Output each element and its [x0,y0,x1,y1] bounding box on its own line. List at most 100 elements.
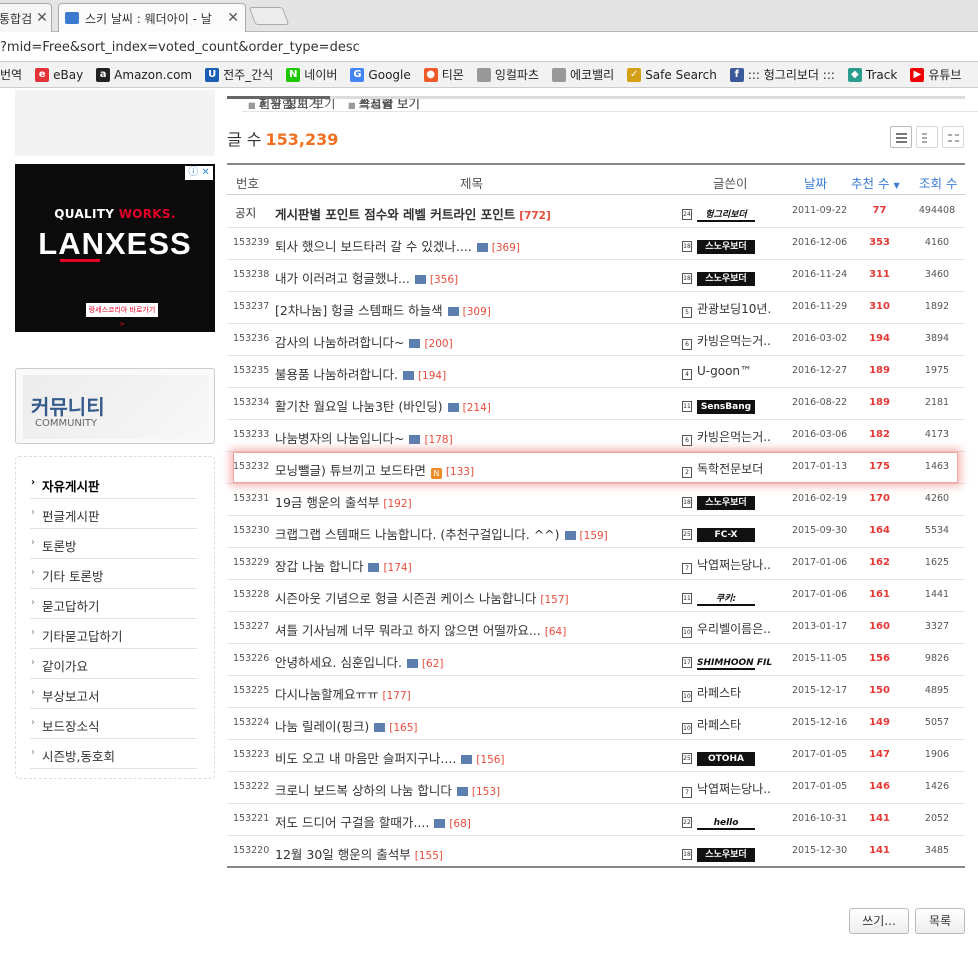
list-button[interactable]: 목록 [915,908,965,934]
comment-count[interactable]: [153] [472,786,500,798]
comment-count[interactable]: [68] [449,818,471,830]
comment-count[interactable]: [356] [430,274,458,286]
comment-count[interactable]: [200] [424,338,452,350]
post-author[interactable]: 18 스노우보더 [682,236,772,254]
post-author[interactable]: 22 hello [682,812,772,830]
comment-count[interactable]: [159] [580,530,608,542]
header-date[interactable]: 날짜 [804,173,827,192]
post-title-text[interactable]: 불용품 나눔하려합니다. [275,367,398,382]
bookmark-item[interactable]: f::: 헝그리보더 ::: [729,66,835,83]
post-title-text[interactable]: 장갑 나눔 합니다 [275,559,363,574]
post-title-text[interactable]: 감사의 나눔하려합니다~ [275,335,404,350]
table-row[interactable]: 153229 장갑 나눔 합니다 [174] 7 낙엽쩌는당나... 2017-01-06… [227,548,965,580]
post-title-text[interactable]: 저도 드디어 구걸을 할때가.... [275,815,429,830]
post-title-text[interactable]: 퇴사 했으니 보드타러 갈 수 있겠나.... [275,239,472,254]
comment-count[interactable]: [155] [415,850,443,862]
post-title-text[interactable]: 나눔 릴레이(핑크) [275,719,369,734]
post-title-text[interactable]: 셔틀 기사님께 너무 뭐라고 하지 않으면 어떨까요... [275,623,541,638]
menu-item[interactable]: › 보드장소식 [30,709,197,739]
comment-count[interactable]: [62] [422,658,444,670]
comment-count[interactable]: [64] [545,626,567,638]
comment-count[interactable]: [192] [383,498,411,510]
post-title[interactable]: 시즌아웃 기념으로 헝글 시즌권 케이스 나눔합니다 [157] [275,588,675,607]
comment-count[interactable]: [177] [383,690,411,702]
table-row[interactable]: 153237 [2차나눔] 헝글 스템패드 하늘색 [309] 5 관광보딩10년...… [227,292,965,324]
table-row[interactable]: 153226 안녕하세요. 심훈입니다. [62] 17 SHIMHOON FILM 20… [227,644,965,676]
browser-tab-active[interactable]: 스키 날씨 : 웨더아이 - 날 ✕ [58,3,246,32]
post-author[interactable]: 4 U-goon™ [682,364,772,380]
post-author[interactable]: 6 카빙은먹는거... [682,428,772,446]
post-title-text[interactable]: 19금 행운의 출석부 [275,495,379,510]
header-votes[interactable]: 추천 수 ▼ [851,173,900,192]
ad-info-icon[interactable]: ⓘ ✕ [185,166,213,180]
table-row[interactable]: 153239 퇴사 했으니 보드타러 갈 수 있겠나.... [369] 18 스노우보… [227,228,965,260]
post-author[interactable]: 11 SensBang [682,396,772,414]
comment-count[interactable]: [156] [476,754,504,766]
post-title[interactable]: 불용품 나눔하려합니다. [194] [275,364,675,383]
post-title[interactable]: 활기찬 월요일 나눔3탄 (바인딩) [214] [275,396,675,415]
table-row[interactable]: 153223 비도 오고 내 마음만 슬퍼지구나.... [156] 25 OTOHA 2… [227,740,965,772]
table-row[interactable]: 공지 게시판별 포인트 점수와 레벨 커트라인 포인트 [772] 24 헝그리보더 20… [227,196,965,228]
table-row[interactable]: 153235 불용품 나눔하려합니다. [194] 4 U-goon™ 2016-12-2… [227,356,965,388]
menu-item[interactable]: › 기타묻고답하기 [30,619,197,649]
post-title[interactable]: 나눔 릴레이(핑크) [165] [275,716,675,735]
post-title[interactable]: [2차나눔] 헝글 스템패드 하늘색 [309] [275,300,675,319]
table-row[interactable]: 153238 내가 이러려고 헝글했나... [356] 18 스노우보더 2016-11… [227,260,965,292]
header-views[interactable]: 조회 수 [919,173,957,192]
menu-item[interactable]: › 자유게시판 [30,469,197,499]
post-title[interactable]: 나눔병자의 나눔입니다~ [178] [275,428,675,447]
comment-count[interactable]: [214] [463,402,491,414]
post-author[interactable]: 18 스노우보더 [682,492,772,510]
post-author[interactable]: 18 스노우보더 [682,268,772,286]
bookmark-item[interactable]: 잉컬파츠 [476,66,539,83]
table-row[interactable]: 153224 나눔 릴레이(핑크) [165] 10 라페스타 2015-12-16 149… [227,708,965,740]
comment-count[interactable]: [174] [383,562,411,574]
table-row[interactable]: 153225 다시나눔할께요ㅠㅠ [177] 10 라페스타 2015-12-17 150 4… [227,676,965,708]
menu-item[interactable]: › 기타 토론방 [30,559,197,589]
post-title[interactable]: 다시나눔할께요ㅠㅠ [177] [275,684,675,703]
bookmark-item[interactable]: e eBay [35,67,83,82]
post-author[interactable]: 17 SHIMHOON FILM [682,652,772,670]
table-row[interactable]: 153228 시즌아웃 기념으로 헝글 시즌권 케이스 나눔합니다 [157] 11 쿠… [227,580,965,612]
post-author[interactable]: 10 우리벨이름은... [682,620,772,638]
table-row[interactable]: 153227 셔틀 기사님께 너무 뭐라고 하지 않으면 어떨까요... [64] 1… [227,612,965,644]
menu-item[interactable]: › 부상보고서 [30,679,197,709]
post-title[interactable]: 셔틀 기사님께 너무 뭐라고 하지 않으면 어떨까요... [64] [275,620,675,639]
post-author[interactable]: 11 쿠키: [682,588,772,606]
post-author[interactable]: 10 라페스타 [682,716,772,734]
comment-count[interactable]: [178] [424,434,452,446]
bookmark-item[interactable]: ▶ 유튜브 [910,66,961,83]
gallery-view-button[interactable] [942,126,964,148]
comment-count[interactable]: [157] [540,594,568,606]
post-title-text[interactable]: 다시나눔할께요ㅠㅠ [275,687,379,702]
bookmark-item[interactable]: ✓ Safe Search [627,67,717,82]
post-title-text[interactable]: 나눔병자의 나눔입니다~ [275,431,404,446]
post-title-text[interactable]: 안녕하세요. 심훈입니다. [275,655,402,670]
table-row[interactable]: 153222 크로니 보드복 상하의 나눔 합니다 [153] 7 낙엽쩌는당나... 2… [227,772,965,804]
write-button[interactable]: 쓰기... [849,908,909,934]
address-bar[interactable]: ?mid=Free&sort_index=voted_count&order_t… [0,33,978,62]
table-row[interactable]: 153233 나눔병자의 나눔입니다~ [178] 6 카빙은먹는거... 2016-03… [227,420,965,452]
post-author[interactable]: 25 OTOHA [682,748,772,766]
post-author[interactable]: 10 라페스타 [682,684,772,702]
browser-tab[interactable]: 통합검 ✕ [0,3,52,32]
post-title-text[interactable]: 내가 이러려고 헝글했나... [275,271,410,286]
post-author[interactable]: 5 관광보딩10년... [682,300,772,318]
post-title[interactable]: 저도 드디어 구걸을 할때가.... [68] [275,812,675,831]
bookmark-item[interactable]: a Amazon.com [96,67,192,82]
comment-count[interactable]: [369] [492,242,520,254]
post-title-text[interactable]: 활기찬 월요일 나눔3탄 (바인딩) [275,399,443,414]
comment-count[interactable]: [309] [463,306,491,318]
webzine-view-button[interactable] [916,126,938,148]
bookmark-item[interactable]: 번역 [0,66,22,83]
menu-item[interactable]: › 묻고답하기 [30,589,197,619]
post-title-text[interactable]: 크로니 보드복 상하의 나눔 합니다 [275,783,452,798]
post-title[interactable]: 내가 이러려고 헝글했나... [356] [275,268,675,287]
post-author[interactable]: 7 낙엽쩌는당나... [682,780,772,798]
post-title[interactable]: 비도 오고 내 마음만 슬퍼지구나.... [156] [275,748,675,767]
table-row[interactable]: 153234 활기찬 월요일 나눔3탄 (바인딩) [214] 11 SensBang 2… [227,388,965,420]
advertisement-banner[interactable]: ⓘ ✕ QUALITY WORKS. LANXESS 랑세스코리아 바로가기 > [15,164,215,332]
post-author[interactable]: 18 스노우보더 [682,844,772,862]
post-title[interactable]: 19금 행운의 출석부 [192] [275,492,675,511]
menu-item[interactable]: › 펀글게시판 [30,499,197,529]
